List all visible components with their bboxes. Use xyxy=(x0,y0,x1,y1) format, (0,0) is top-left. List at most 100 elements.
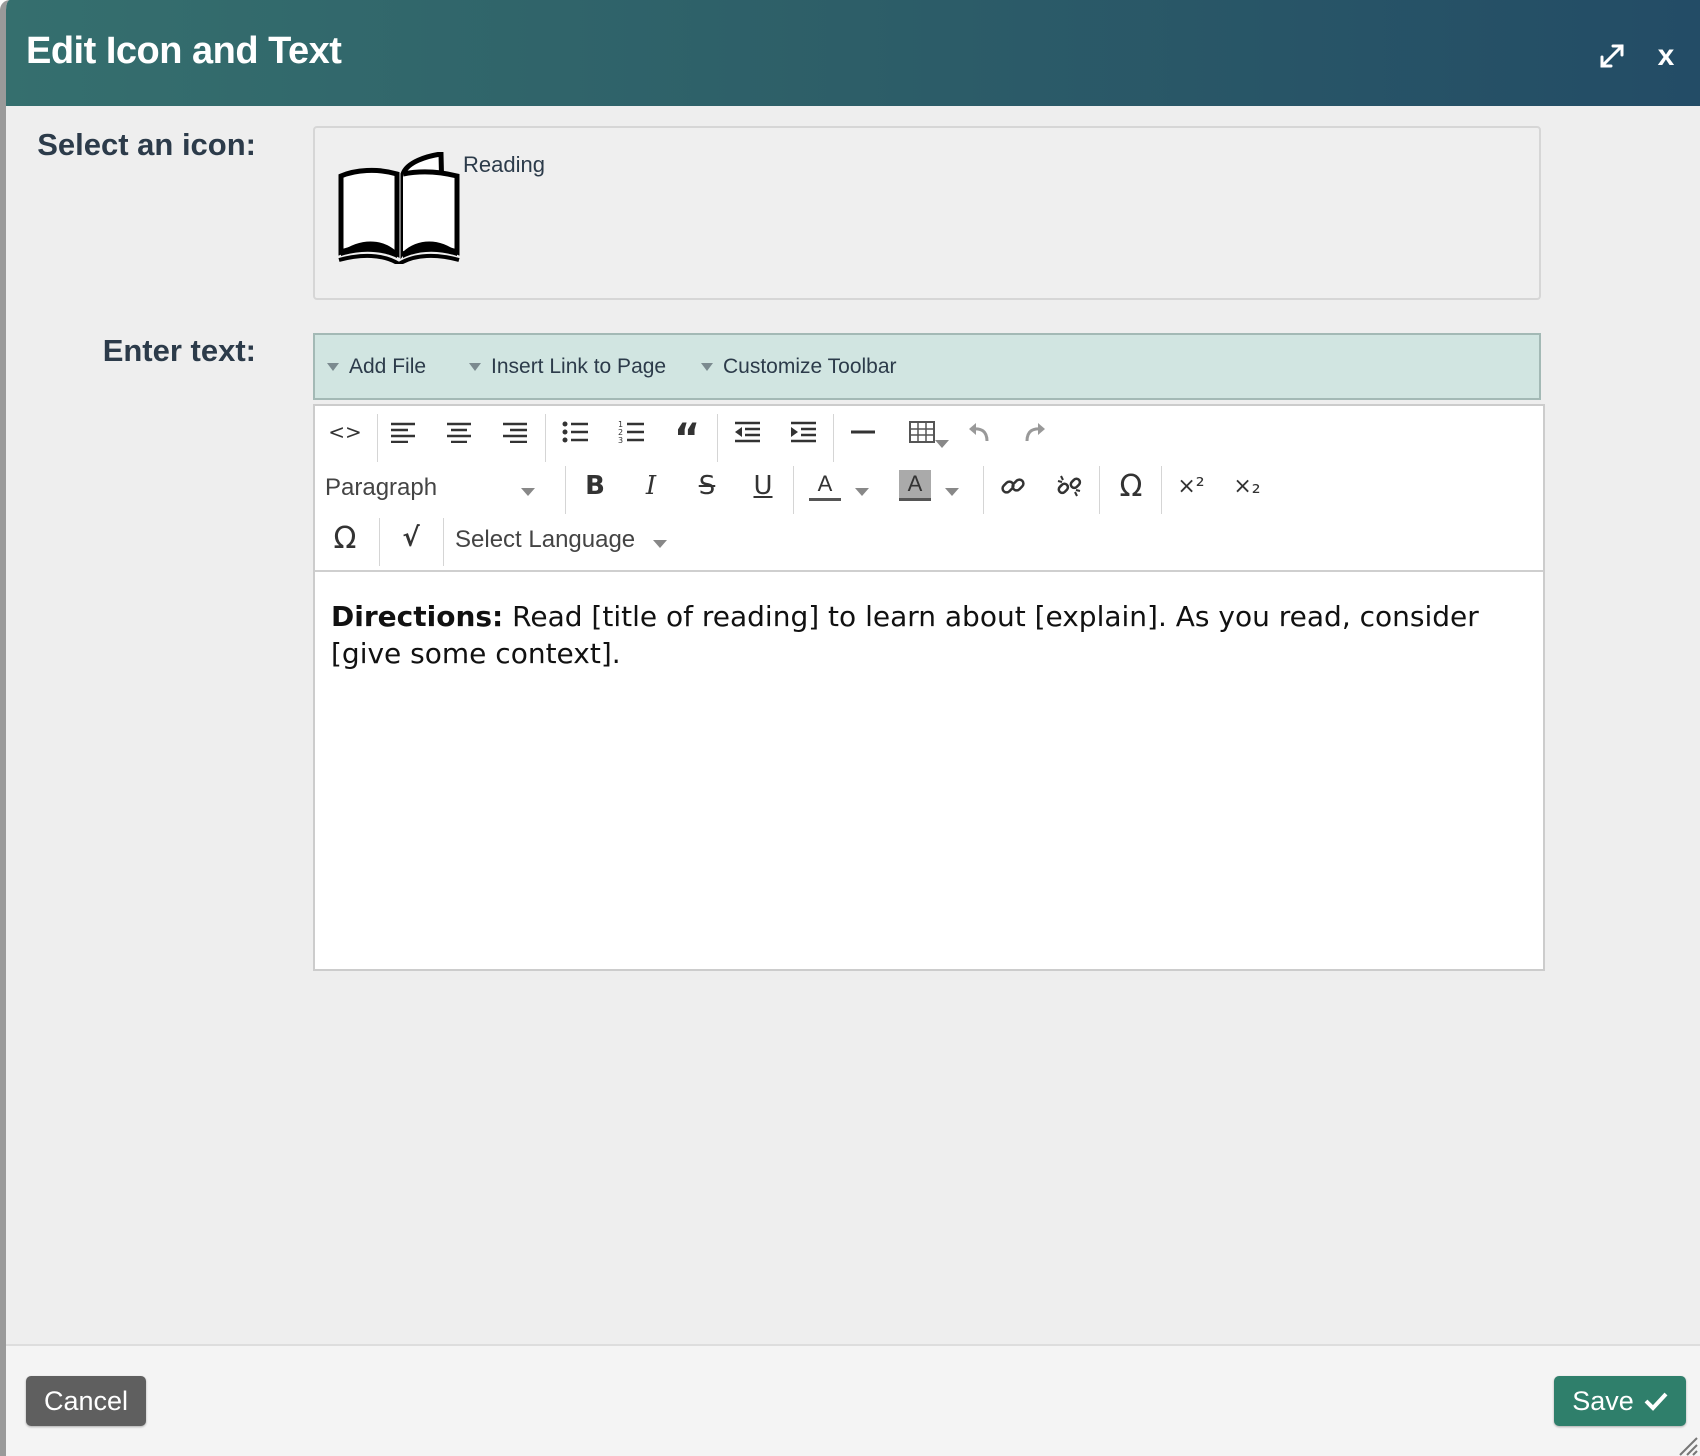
language-select[interactable]: Select Language xyxy=(455,526,675,562)
chevron-down-icon xyxy=(935,440,949,448)
strikethrough-button[interactable]: S xyxy=(683,464,731,508)
book-icon xyxy=(338,152,460,264)
toolbar-separator xyxy=(379,518,380,566)
chevron-down-icon xyxy=(855,488,869,496)
align-right-button[interactable] xyxy=(491,410,539,454)
align-left-icon xyxy=(391,422,415,443)
close-button[interactable]: x xyxy=(1646,36,1686,76)
paragraph-format-value: Paragraph xyxy=(325,474,438,501)
paragraph-format-select[interactable]: Paragraph xyxy=(325,474,545,510)
quote-icon: “ xyxy=(673,416,701,462)
bold-icon: B xyxy=(585,471,605,501)
toolbar-separator xyxy=(545,414,546,462)
redo-button[interactable] xyxy=(1011,410,1059,454)
save-button[interactable]: Save xyxy=(1554,1376,1686,1426)
toolbar-row-3: Ω √ Select Language xyxy=(315,516,1543,568)
unlink-button[interactable] xyxy=(1045,464,1093,508)
outdent-button[interactable] xyxy=(723,410,771,454)
toolbar-separator xyxy=(443,518,444,566)
outdent-icon xyxy=(735,421,760,443)
source-code-button[interactable]: <> xyxy=(321,410,369,454)
dialog-titlebar[interactable]: Edit Icon and Text x xyxy=(6,0,1700,106)
horizontal-rule-button[interactable] xyxy=(839,410,887,454)
rich-text-editor: <> 123 “ Paragraph B I S U A A Ω ×² ×₂ Ω… xyxy=(313,404,1545,971)
expand-button[interactable] xyxy=(1592,36,1632,76)
bullet-list-button[interactable] xyxy=(551,410,599,454)
selected-icon-name: Reading xyxy=(463,152,545,177)
blockquote-button[interactable]: “ xyxy=(663,410,711,459)
toolbar-row-2: Paragraph B I S U A A Ω ×² ×₂ xyxy=(315,464,1543,516)
add-file-menu[interactable]: Add File xyxy=(327,355,426,379)
table-icon xyxy=(909,421,935,443)
text-color-button[interactable]: A xyxy=(799,464,879,508)
code-icon: <> xyxy=(328,420,362,444)
indent-button[interactable] xyxy=(779,410,827,454)
chevron-down-icon xyxy=(945,488,959,496)
toolbar-separator xyxy=(377,414,378,462)
unlink-icon xyxy=(1057,475,1082,497)
subscript-button[interactable]: ×₂ xyxy=(1223,464,1271,508)
cancel-button[interactable]: Cancel xyxy=(26,1376,146,1426)
math-equation-button[interactable]: √ xyxy=(387,516,435,560)
italic-icon: I xyxy=(645,471,657,501)
toolbar-separator xyxy=(1161,466,1162,514)
underline-icon: U xyxy=(753,471,773,501)
horizontal-rule-icon xyxy=(851,430,875,434)
superscript-icon: ×² xyxy=(1177,473,1205,499)
chevron-down-icon xyxy=(521,488,535,496)
icon-selector[interactable]: Reading xyxy=(313,126,1541,300)
dropdown-triangle-icon xyxy=(469,363,481,372)
toolbar-separator xyxy=(717,414,718,462)
customize-toolbar-menu[interactable]: Customize Toolbar xyxy=(701,355,897,379)
background-color-button[interactable]: A xyxy=(889,464,969,508)
align-center-icon xyxy=(447,422,471,443)
toolbar-separator xyxy=(793,466,794,514)
indent-icon xyxy=(791,421,816,443)
editor-addon-bar: Add File Insert Link to Page Customize T… xyxy=(313,333,1541,400)
chevron-down-icon xyxy=(653,540,667,548)
resize-grip-icon[interactable] xyxy=(1676,1434,1698,1456)
checkmark-icon xyxy=(1644,1392,1668,1411)
editor-toolbar: <> 123 “ Paragraph B I S U A A Ω ×² ×₂ Ω… xyxy=(315,406,1543,572)
directions-lead: Directions: xyxy=(331,600,504,633)
link-icon xyxy=(1001,478,1025,494)
align-left-button[interactable] xyxy=(379,410,427,454)
redo-icon xyxy=(1025,423,1045,442)
insert-link-label: Insert Link to Page xyxy=(491,355,667,378)
language-select-value: Select Language xyxy=(455,526,636,553)
icon-field-label: Select an icon: xyxy=(37,127,256,162)
edit-dialog: Edit Icon and Text x Select an icon: Rea… xyxy=(0,0,1700,1456)
bullet-list-icon xyxy=(562,421,588,443)
background-color-icon: A xyxy=(899,470,931,501)
align-center-button[interactable] xyxy=(435,410,483,454)
directions-body: Read [title of reading] to learn about [… xyxy=(331,600,1479,670)
toolbar-separator xyxy=(565,466,566,514)
toolbar-separator xyxy=(983,466,984,514)
bold-button[interactable]: B xyxy=(571,464,619,508)
omega-button[interactable]: Ω xyxy=(321,516,369,560)
save-label: Save xyxy=(1572,1385,1634,1416)
italic-button[interactable]: I xyxy=(627,464,675,508)
numbered-list-button[interactable]: 123 xyxy=(607,410,655,454)
numbered-list-icon: 123 xyxy=(618,420,644,444)
dropdown-triangle-icon xyxy=(327,363,339,372)
svg-text:3: 3 xyxy=(618,436,623,444)
undo-button[interactable] xyxy=(955,410,1003,454)
align-right-icon xyxy=(503,422,527,443)
text-color-icon: A xyxy=(809,470,841,501)
dialog-footer: Cancel Save xyxy=(6,1344,1700,1456)
customize-toolbar-label: Customize Toolbar xyxy=(723,355,897,378)
editor-content-area[interactable]: Directions: Read [title of reading] to l… xyxy=(331,598,1503,672)
special-character-button[interactable]: Ω xyxy=(1107,464,1155,508)
link-button[interactable] xyxy=(989,464,1037,508)
add-file-label: Add File xyxy=(349,355,427,378)
expand-icon xyxy=(1600,44,1624,68)
toolbar-separator xyxy=(1099,466,1100,514)
superscript-button[interactable]: ×² xyxy=(1167,464,1215,508)
omega-icon: Ω xyxy=(333,520,357,556)
table-button[interactable] xyxy=(895,410,951,454)
toolbar-row-1: <> 123 “ xyxy=(315,410,1543,462)
underline-button[interactable]: U xyxy=(739,464,787,508)
insert-link-menu[interactable]: Insert Link to Page xyxy=(469,355,666,379)
toolbar-separator xyxy=(833,414,834,462)
